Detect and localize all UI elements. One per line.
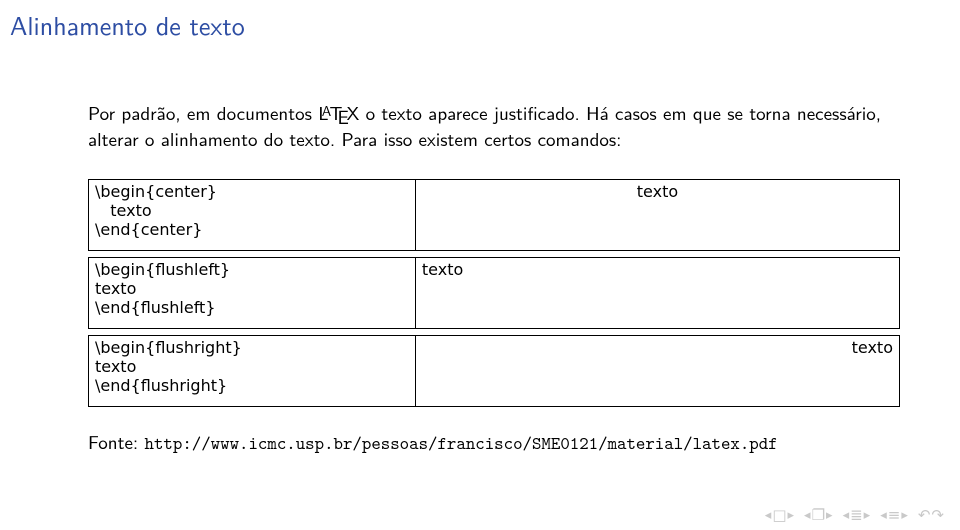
- example-output: texto: [415, 336, 899, 407]
- source-url: http://www.icmc.usp.br/pessoas/francisco…: [145, 431, 778, 455]
- examples-block: \begin{center} texto \end{center} texto …: [88, 179, 900, 407]
- nav-next-icon[interactable]: ▸: [901, 508, 908, 521]
- nav-subsection-group[interactable]: ◂ ≣ ▸: [843, 507, 871, 522]
- nav-prev-icon[interactable]: ◂: [804, 508, 811, 521]
- source-line: Fonte: http://www.icmc.usp.br/pessoas/fr…: [88, 427, 900, 455]
- nav-slide-group[interactable]: ◂ □ ▸: [765, 507, 794, 522]
- nav-section-icon[interactable]: ≡: [888, 507, 901, 522]
- nav-prev-icon[interactable]: ◂: [880, 508, 887, 521]
- nav-slide-icon[interactable]: □: [772, 507, 786, 522]
- beamer-nav: ◂ □ ▸ ◂ ❐ ▸ ◂ ≣ ▸ ◂ ≡ ▸ ↶ ↷: [765, 507, 944, 522]
- slide: Alinhamento de texto Por padrão, em docu…: [0, 0, 960, 530]
- nav-next-icon[interactable]: ▸: [788, 508, 795, 521]
- nav-frame-group[interactable]: ◂ ❐ ▸: [804, 507, 833, 522]
- nav-next-icon[interactable]: ▸: [826, 508, 833, 521]
- example-code: \begin{flushright} texto \end{flushright…: [89, 336, 416, 407]
- body-text-a: Por padrão, em documentos: [88, 98, 318, 126]
- nav-subsection-icon[interactable]: ≣: [850, 507, 863, 522]
- example-row-right: \begin{flushright} texto \end{flushright…: [88, 335, 900, 407]
- source-label: Fonte:: [88, 427, 145, 455]
- nav-history-group[interactable]: ↶ ↷: [918, 507, 944, 522]
- nav-forward-icon[interactable]: ↷: [931, 507, 944, 522]
- slide-title: Alinhamento de texto: [0, 0, 960, 44]
- example-output: texto: [415, 180, 899, 251]
- example-code: \begin{flushleft} texto \end{flushleft}: [89, 258, 416, 329]
- nav-next-icon[interactable]: ▸: [864, 508, 871, 521]
- latex-logo: LATEX: [318, 98, 359, 126]
- example-row-left: \begin{flushleft} texto \end{flushleft} …: [88, 257, 900, 329]
- nav-prev-icon[interactable]: ◂: [765, 508, 772, 521]
- nav-section-group[interactable]: ◂ ≡ ▸: [880, 507, 908, 522]
- example-output: texto: [415, 258, 899, 329]
- example-code: \begin{center} texto \end{center}: [89, 180, 416, 251]
- nav-prev-icon[interactable]: ◂: [843, 508, 850, 521]
- nav-frame-icon[interactable]: ❐: [812, 507, 825, 522]
- nav-back-icon[interactable]: ↶: [918, 507, 931, 522]
- example-row-center: \begin{center} texto \end{center} texto: [88, 179, 900, 251]
- slide-body: Por padrão, em documentos LATEX o texto …: [0, 44, 960, 151]
